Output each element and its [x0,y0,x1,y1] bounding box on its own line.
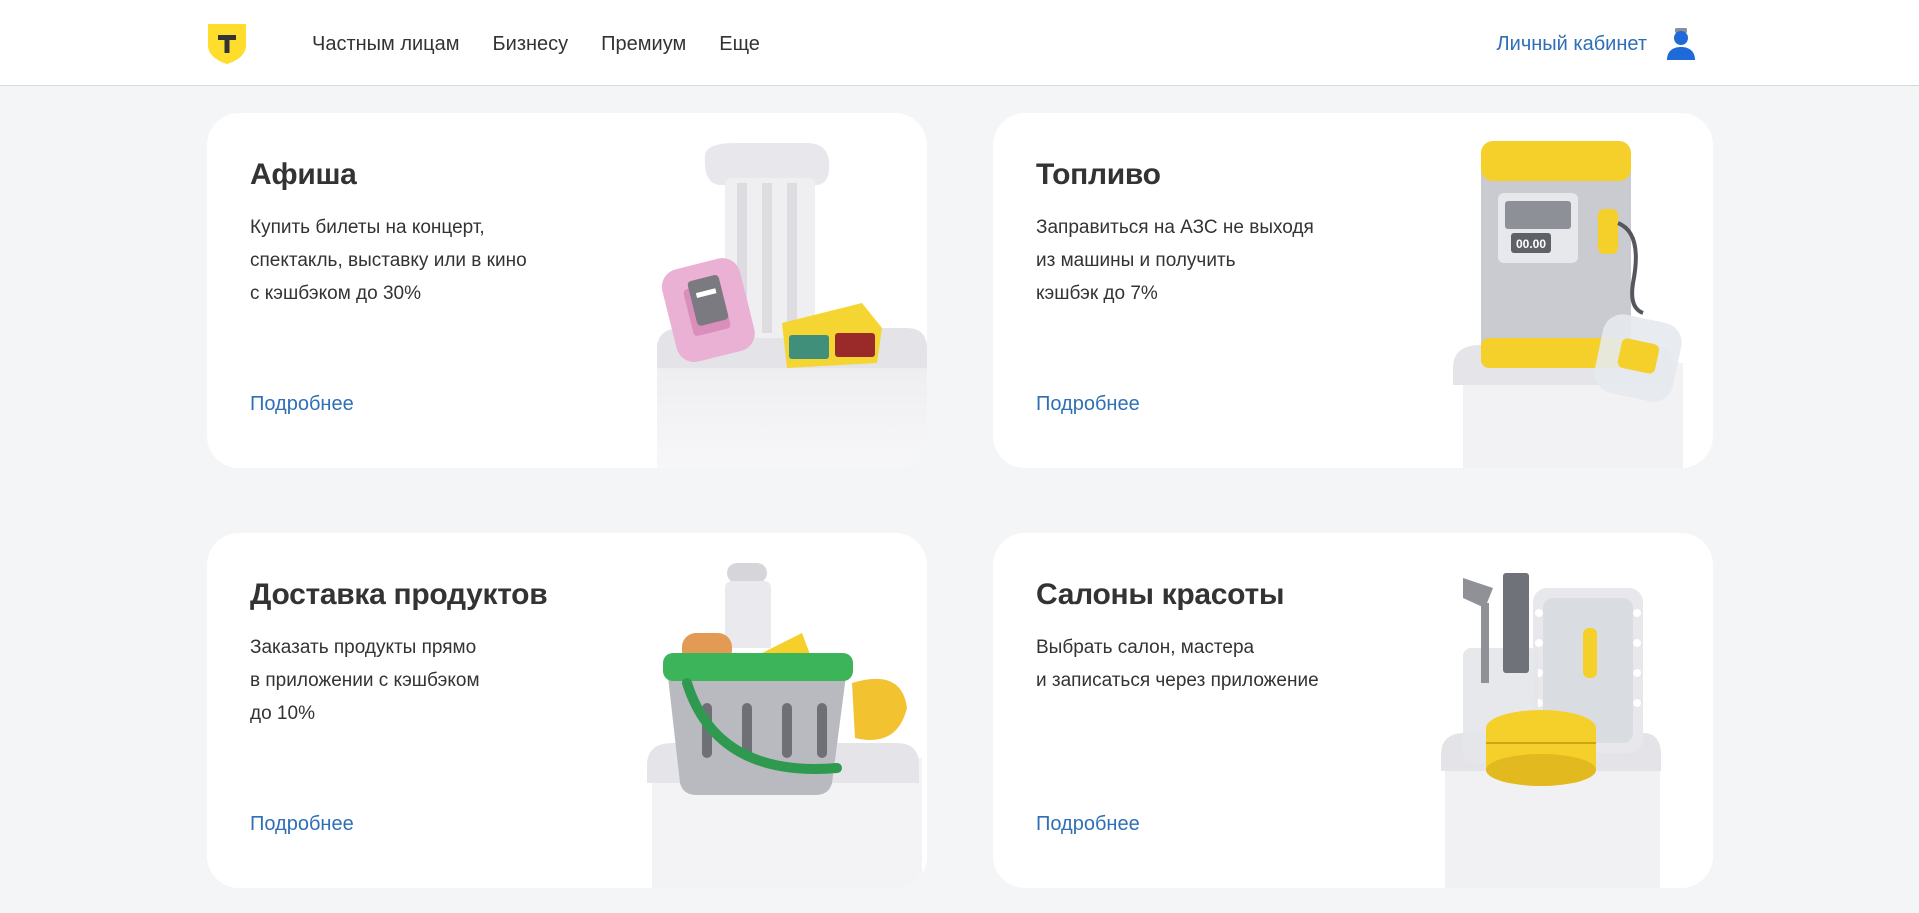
account-link[interactable]: Личный кабинет [1497,26,1647,62]
card-description: Заправиться на АЗС не выходя из машины и… [1036,217,1314,304]
nav-item-business[interactable]: Бизнесу [493,30,569,58]
card-description: Купить билеты на концерт, спектакль, выс… [250,217,527,304]
pump-display: 00.00 [1516,237,1546,251]
card-more-link[interactable]: Подробнее [1036,813,1140,836]
grocery-basket-illustration-icon [647,563,922,888]
main-nav: Частным лицам Бизнесу Премиум Еще [312,30,793,58]
card-title: Топливо [1036,158,1161,191]
site-header: Частным лицам Бизнесу Премиум Еще Личный… [0,0,1919,86]
card-description: Выбрать салон, мастера и записаться чере… [1036,637,1319,691]
nav-item-private[interactable]: Частным лицам [312,30,460,58]
card-beauty[interactable]: Салоны красоты Выбрать салон, мастера и … [993,533,1713,888]
beauty-tools-illustration-icon [1441,573,1661,888]
card-description: Заказать продукты прямо в приложении с к… [250,637,480,724]
card-title: Доставка продуктов [250,578,548,611]
theater-illustration-icon [657,143,927,468]
card-afisha[interactable]: Афиша Купить билеты на концерт, спектакл… [207,113,927,468]
user-avatar-icon[interactable] [1666,27,1696,61]
fuel-pump-illustration-icon: 00.00 [1453,141,1683,468]
nav-item-premium[interactable]: Премиум [601,30,686,58]
card-grocery[interactable]: Доставка продуктов Заказать продукты пря… [207,533,927,888]
account-area: Личный кабинет [1497,26,1696,62]
t-bank-logo-icon[interactable] [207,23,247,65]
card-fuel[interactable]: Топливо Заправиться на АЗС не выходя из … [993,113,1713,468]
card-more-link[interactable]: Подробнее [250,393,354,416]
card-title: Афиша [250,158,357,191]
card-title: Салоны красоты [1036,578,1285,611]
card-more-link[interactable]: Подробнее [250,813,354,836]
nav-item-more[interactable]: Еще [719,30,760,58]
card-more-link[interactable]: Подробнее [1036,393,1140,416]
